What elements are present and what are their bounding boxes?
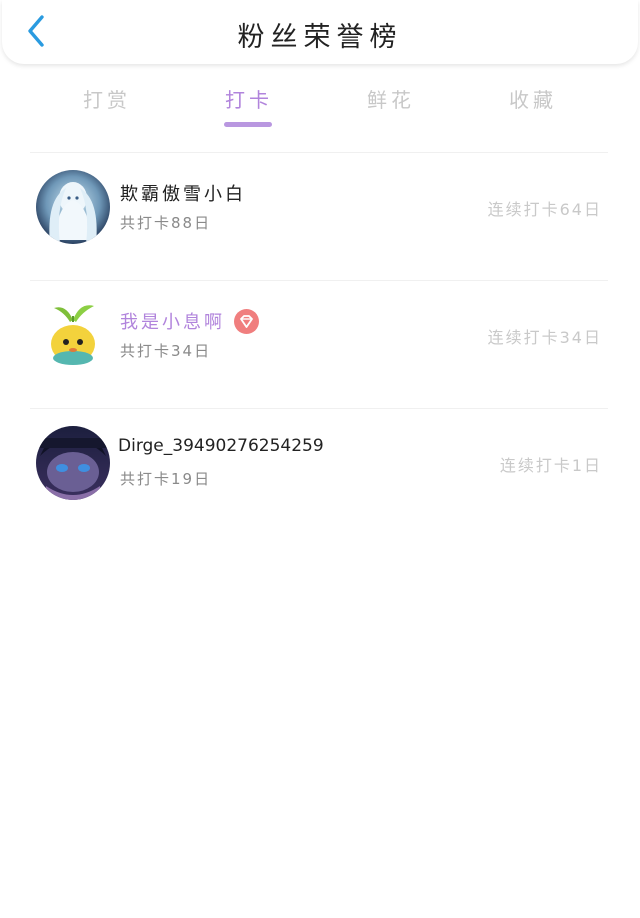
tab-checkin[interactable]: 打卡	[204, 84, 294, 127]
user-name[interactable]: 我是小息啊	[120, 308, 225, 334]
list-item[interactable]: 我是小息啊 共打卡34日 连续打卡34日	[0, 280, 640, 408]
total-checkins: 共打卡34日	[120, 342, 212, 360]
avatar[interactable]	[36, 298, 110, 372]
page-title: 粉丝荣誉榜	[237, 22, 403, 53]
avatar[interactable]	[36, 170, 110, 244]
tab-checkin-label: 打卡	[225, 88, 273, 112]
app-header: 粉丝荣誉榜	[2, 0, 638, 64]
total-checkins: 共打卡19日	[120, 470, 212, 488]
active-tab-indicator	[224, 122, 272, 127]
tab-reward[interactable]: 打赏	[62, 84, 152, 113]
total-checkins: 共打卡88日	[120, 214, 212, 232]
user-name[interactable]: Dirge_39490276254259	[118, 436, 324, 456]
tab-favorites[interactable]: 收藏	[488, 84, 578, 113]
tab-bar: 打赏 打卡 鲜花 收藏	[0, 84, 640, 134]
streak-label: 连续打卡64日	[487, 200, 602, 219]
tab-flowers[interactable]: 鲜花	[346, 84, 436, 113]
streak-label: 连续打卡1日	[499, 456, 602, 475]
avatar[interactable]	[36, 426, 110, 500]
user-name[interactable]: 欺霸傲雪小白	[120, 180, 246, 206]
vip-badge	[234, 309, 259, 334]
list-item[interactable]: 欺霸傲雪小白 共打卡88日 连续打卡64日	[0, 152, 640, 280]
list-item[interactable]: Dirge_39490276254259 共打卡19日 连续打卡1日	[0, 408, 640, 536]
streak-label: 连续打卡34日	[487, 328, 602, 347]
diamond-icon	[240, 315, 253, 328]
